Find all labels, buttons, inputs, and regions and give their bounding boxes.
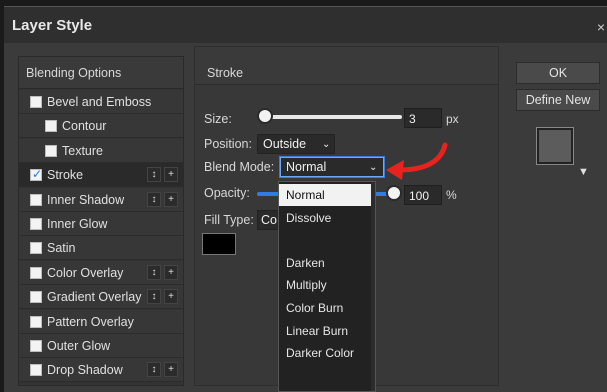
opacity-label: Opacity:	[204, 186, 250, 200]
style-item-label: Stroke	[47, 168, 84, 183]
position-select[interactable]: Outside ⌄	[257, 134, 335, 154]
checkbox[interactable]	[30, 218, 42, 230]
checkbox[interactable]	[30, 364, 42, 377]
blend-mode-dropdown: Normal Dissolve Darken Multiply Color Burn Li…	[278, 181, 376, 392]
style-item-label: Texture	[62, 143, 103, 158]
checkbox[interactable]	[30, 291, 42, 304]
fill-type-label: Fill Type:	[204, 213, 254, 227]
blend-mode-select[interactable]: Normal ⌄	[280, 157, 384, 177]
blend-option-normal[interactable]: Normal	[279, 184, 375, 206]
style-item-label: Inner Shadow	[47, 192, 125, 207]
blend-option-linear-burn[interactable]: Linear Burn	[279, 320, 375, 342]
blend-mode-value: Normal	[286, 160, 327, 174]
add-icon[interactable]: +	[164, 191, 178, 207]
style-item-label: Drop Shadow	[47, 363, 123, 378]
style-item-pattern-overlay[interactable]: Pattern Overlay	[19, 309, 183, 334]
opacity-unit: %	[446, 188, 457, 202]
blend-option-multiply[interactable]: Multiply	[279, 274, 375, 296]
position-value: Outside	[263, 137, 307, 151]
checkbox[interactable]	[30, 340, 42, 352]
opacity-slider-knob[interactable]	[386, 185, 402, 201]
add-icon[interactable]: +	[164, 289, 178, 305]
style-item-drop-shadow[interactable]: Drop Shadow ↕ +	[19, 358, 183, 383]
style-item-texture[interactable]: Texture	[19, 138, 183, 163]
checkbox[interactable]	[30, 315, 42, 328]
preview-menu-arrow-icon[interactable]: ▼	[578, 166, 589, 178]
dialog-title: Layer Style	[12, 17, 93, 34]
checkbox[interactable]: ✓	[30, 167, 43, 182]
style-item-label: Satin	[47, 241, 76, 256]
styles-list: Blending Options Bevel and Emboss Contour…	[18, 56, 184, 386]
style-item-label: Inner Glow	[47, 217, 108, 231]
size-input[interactable]: 3	[404, 108, 442, 128]
position-label: Position:	[204, 137, 252, 151]
title-bar: Layer Style ×	[4, 7, 607, 43]
checkbox[interactable]	[30, 242, 42, 255]
blending-options-item[interactable]: Blending Options	[19, 57, 183, 89]
style-preview-swatch	[536, 127, 574, 165]
style-item-satin[interactable]: Satin	[19, 236, 183, 261]
checkbox[interactable]	[45, 144, 57, 157]
reorder-icon[interactable]: ↕	[147, 167, 161, 183]
style-item-outer-glow[interactable]: Outer Glow	[19, 334, 183, 358]
checkbox[interactable]	[30, 266, 42, 279]
close-icon[interactable]: ×	[597, 19, 605, 35]
style-item-color-overlay[interactable]: Color Overlay ↕ +	[19, 260, 183, 285]
blend-option-darken[interactable]: Darken	[279, 252, 375, 274]
style-item-label: Pattern Overlay	[47, 314, 134, 329]
style-item-bevel-and-emboss[interactable]: Bevel and Emboss	[19, 90, 183, 114]
style-item-label: Gradient Overlay	[47, 290, 142, 305]
ok-button[interactable]: OK	[516, 62, 600, 84]
checkbox[interactable]	[30, 193, 42, 206]
stroke-color-swatch[interactable]	[202, 233, 236, 255]
chevron-down-icon: ⌄	[322, 139, 331, 150]
style-item-inner-shadow[interactable]: Inner Shadow ↕ +	[19, 187, 183, 212]
opacity-input[interactable]: 100	[404, 185, 442, 205]
add-icon[interactable]: +	[164, 362, 178, 378]
chevron-down-icon: ⌄	[369, 162, 378, 173]
style-item-stroke[interactable]: ✓ Stroke ↕ +	[19, 163, 183, 188]
reorder-icon[interactable]: ↕	[147, 289, 161, 305]
blend-option-separator	[279, 229, 375, 251]
style-item-label: Outer Glow	[47, 339, 111, 353]
fill-type-value: Co	[261, 213, 277, 227]
style-item-gradient-overlay[interactable]: Gradient Overlay ↕ +	[19, 285, 183, 310]
checkmark-icon: ✓	[32, 167, 43, 182]
blend-option-dissolve[interactable]: Dissolve	[279, 207, 375, 229]
fill-type-select[interactable]: Co	[257, 210, 279, 230]
blend-option-darker-color[interactable]: Darker Color	[279, 342, 375, 364]
blend-mode-label: Blend Mode:	[204, 160, 275, 174]
size-slider-knob[interactable]	[257, 108, 273, 124]
stroke-section-header: Stroke	[195, 47, 498, 85]
add-icon[interactable]: +	[164, 264, 178, 280]
add-icon[interactable]: +	[164, 167, 178, 183]
reorder-icon[interactable]: ↕	[147, 264, 161, 280]
style-item-contour[interactable]: Contour	[19, 114, 183, 139]
reorder-icon[interactable]: ↕	[147, 362, 161, 378]
reorder-icon[interactable]: ↕	[147, 191, 161, 207]
size-unit: px	[446, 112, 459, 126]
style-item-label: Contour	[62, 119, 107, 134]
style-item-label: Bevel and Emboss	[47, 95, 152, 109]
define-new-button[interactable]: Define New	[516, 89, 600, 111]
blend-option-color-burn[interactable]: Color Burn	[279, 297, 375, 319]
size-slider-track[interactable]	[262, 115, 402, 119]
style-item-inner-glow[interactable]: Inner Glow	[19, 212, 183, 236]
checkbox[interactable]	[30, 96, 42, 108]
checkbox[interactable]	[45, 120, 57, 133]
size-label: Size:	[204, 112, 232, 126]
dropdown-scrollbar[interactable]	[371, 182, 375, 391]
style-item-label: Color Overlay	[47, 265, 124, 280]
